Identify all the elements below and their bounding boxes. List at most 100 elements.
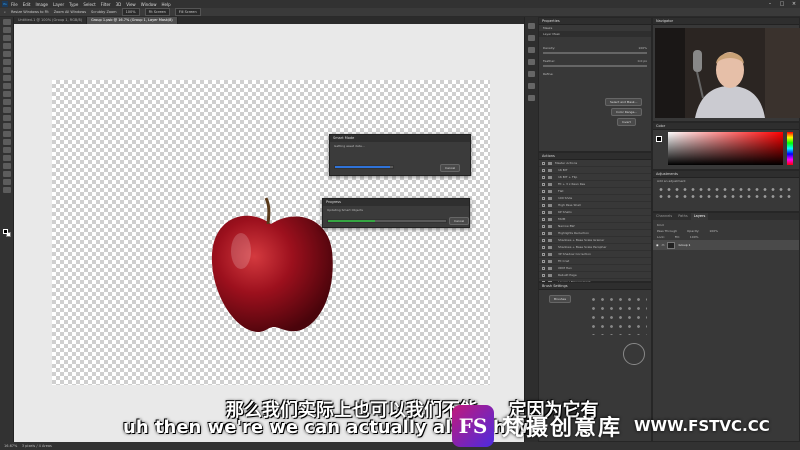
shape-tool-icon[interactable]: [3, 163, 11, 169]
menu-layer[interactable]: Layer: [53, 2, 64, 7]
fill-value[interactable]: 100%: [690, 235, 699, 239]
option-zoom-all[interactable]: Zoom All Windows: [54, 10, 86, 14]
brush-angle-widget[interactable]: [623, 343, 645, 365]
action-item[interactable]: Shadows + Base Scale Grainer: [539, 237, 651, 244]
path-select-tool-icon[interactable]: [3, 155, 11, 161]
menu-file[interactable]: File: [11, 2, 18, 7]
action-checkbox[interactable]: [542, 203, 545, 207]
action-item[interactable]: 3P Shadow Correction: [539, 251, 651, 258]
menu-view[interactable]: View: [126, 2, 136, 7]
button-fit-screen[interactable]: Fit Screen: [144, 8, 170, 16]
action-item[interactable]: High Pass Shall: [539, 202, 651, 209]
healing-tool-icon[interactable]: [3, 75, 11, 81]
action-item[interactable]: Master Actions: [539, 160, 651, 167]
dodge-tool-icon[interactable]: [3, 131, 11, 137]
action-checkbox[interactable]: [542, 210, 545, 214]
action-checkbox[interactable]: [542, 266, 545, 270]
action-checkbox[interactable]: [542, 252, 545, 256]
libraries-icon[interactable]: [528, 95, 535, 101]
action-item[interactable]: Shadows + Base Scale Peropher: [539, 244, 651, 251]
type-tool-icon[interactable]: [3, 147, 11, 153]
minimize-icon[interactable]: –: [764, 0, 776, 8]
action-item[interactable]: Fit + 3 x Resn Res: [539, 181, 651, 188]
history-icon[interactable]: [528, 23, 535, 29]
lasso-tool-icon[interactable]: [3, 35, 11, 41]
action-checkbox[interactable]: [542, 175, 545, 179]
action-checkbox[interactable]: [542, 224, 545, 228]
history-brush-icon[interactable]: [3, 99, 11, 105]
action-item[interactable]: 16 BIT + Flip: [539, 174, 651, 181]
action-item[interactable]: Rebuilt Page: [539, 272, 651, 279]
menu-window[interactable]: Window: [141, 2, 157, 7]
zoom-tool-icon[interactable]: [3, 179, 11, 185]
tab-group-1-psb[interactable]: Group 1.psb @ 16.7% (Group 1, Layer Mask…: [87, 17, 178, 24]
brush-presets-icon[interactable]: [528, 35, 535, 41]
blend-mode-select[interactable]: Pass Through: [657, 229, 677, 233]
canvas-area[interactable]: Smart Mode Getting asset data... Cancel …: [14, 24, 524, 442]
menu-help[interactable]: Help: [161, 2, 170, 7]
blur-tool-icon[interactable]: [3, 123, 11, 129]
glyphs-icon[interactable]: [528, 71, 535, 77]
paragraph-icon[interactable]: [528, 59, 535, 65]
action-item[interactable]: Highlights Reduction: [539, 230, 651, 237]
quick-select-tool-icon[interactable]: [3, 43, 11, 49]
action-item[interactable]: Flat: [539, 188, 651, 195]
action-checkbox[interactable]: [542, 238, 545, 242]
adjustment-icons[interactable]: [657, 186, 795, 200]
action-item[interactable]: MUM: [539, 216, 651, 223]
brush-tool-icon[interactable]: [3, 83, 11, 89]
button-100[interactable]: 100%: [121, 8, 140, 16]
move-tool-icon[interactable]: [3, 19, 11, 25]
eyedropper-tool-icon[interactable]: [3, 67, 11, 73]
color-range-button[interactable]: Color Range...: [611, 108, 643, 116]
eraser-tool-icon[interactable]: [3, 107, 11, 113]
button-fill-screen[interactable]: Fill Screen: [174, 8, 201, 16]
option-scrubby-zoom[interactable]: Scrubby Zoom: [91, 10, 117, 14]
action-item[interactable]: 6P Shallo: [539, 209, 651, 216]
opacity-value[interactable]: 100%: [709, 229, 718, 233]
action-checkbox[interactable]: [542, 245, 545, 249]
brush-tip-grid[interactable]: [589, 295, 647, 335]
maximize-icon[interactable]: □: [776, 0, 788, 8]
stamp-tool-icon[interactable]: [3, 91, 11, 97]
action-item[interactable]: XDM Hen: [539, 265, 651, 272]
action-checkbox[interactable]: [542, 259, 545, 263]
smart-mode-cancel-button[interactable]: Cancel: [440, 164, 461, 172]
menu-select[interactable]: Select: [83, 2, 95, 7]
action-checkbox[interactable]: [542, 231, 545, 235]
action-checkbox[interactable]: [542, 189, 545, 193]
status-zoom[interactable]: 16.67%: [4, 444, 17, 448]
layer-name[interactable]: Group 1: [678, 243, 690, 247]
visibility-eye-icon[interactable]: ◉: [656, 243, 659, 247]
action-item[interactable]: 16 BIT: [539, 167, 651, 174]
close-icon[interactable]: ×: [788, 0, 800, 8]
gradient-tool-icon[interactable]: [3, 115, 11, 121]
menu-edit[interactable]: Edit: [23, 2, 31, 7]
action-checkbox[interactable]: [542, 182, 545, 186]
zoom-tool-icon[interactable]: ⌕: [4, 10, 6, 14]
color-picker-field[interactable]: [668, 132, 783, 165]
action-item[interactable]: 100 Shde: [539, 195, 651, 202]
character-icon[interactable]: [528, 47, 535, 53]
density-value[interactable]: 100%: [638, 46, 647, 50]
menu-type[interactable]: Type: [69, 2, 78, 7]
tab-channels[interactable]: Channels: [653, 213, 675, 220]
menu-image[interactable]: Image: [35, 2, 48, 7]
invert-button[interactable]: Invert: [617, 118, 636, 126]
option-resize-windows[interactable]: Resize Windows to Fit: [11, 10, 49, 14]
color-panel-fg-swatch[interactable]: [656, 136, 662, 142]
action-checkbox[interactable]: [542, 168, 545, 172]
foreground-color-swatch[interactable]: [3, 229, 8, 234]
brushes-button[interactable]: Brushes: [549, 295, 572, 303]
marquee-tool-icon[interactable]: [3, 27, 11, 33]
pen-tool-icon[interactable]: [3, 139, 11, 145]
layer-row-group-1[interactable]: ◉ ▭ Group 1: [653, 240, 799, 250]
tab-untitled-1[interactable]: Untitled-1 @ 100% (Group 1, RGB/8): [14, 17, 88, 24]
crop-tool-icon[interactable]: [3, 51, 11, 57]
hue-slider[interactable]: [787, 132, 793, 165]
action-item[interactable]: Fit Cnst: [539, 258, 651, 265]
action-checkbox[interactable]: [542, 161, 545, 165]
feather-value[interactable]: 0.0 px: [638, 59, 647, 63]
frame-tool-icon[interactable]: [3, 59, 11, 65]
feather-slider[interactable]: [543, 65, 647, 67]
